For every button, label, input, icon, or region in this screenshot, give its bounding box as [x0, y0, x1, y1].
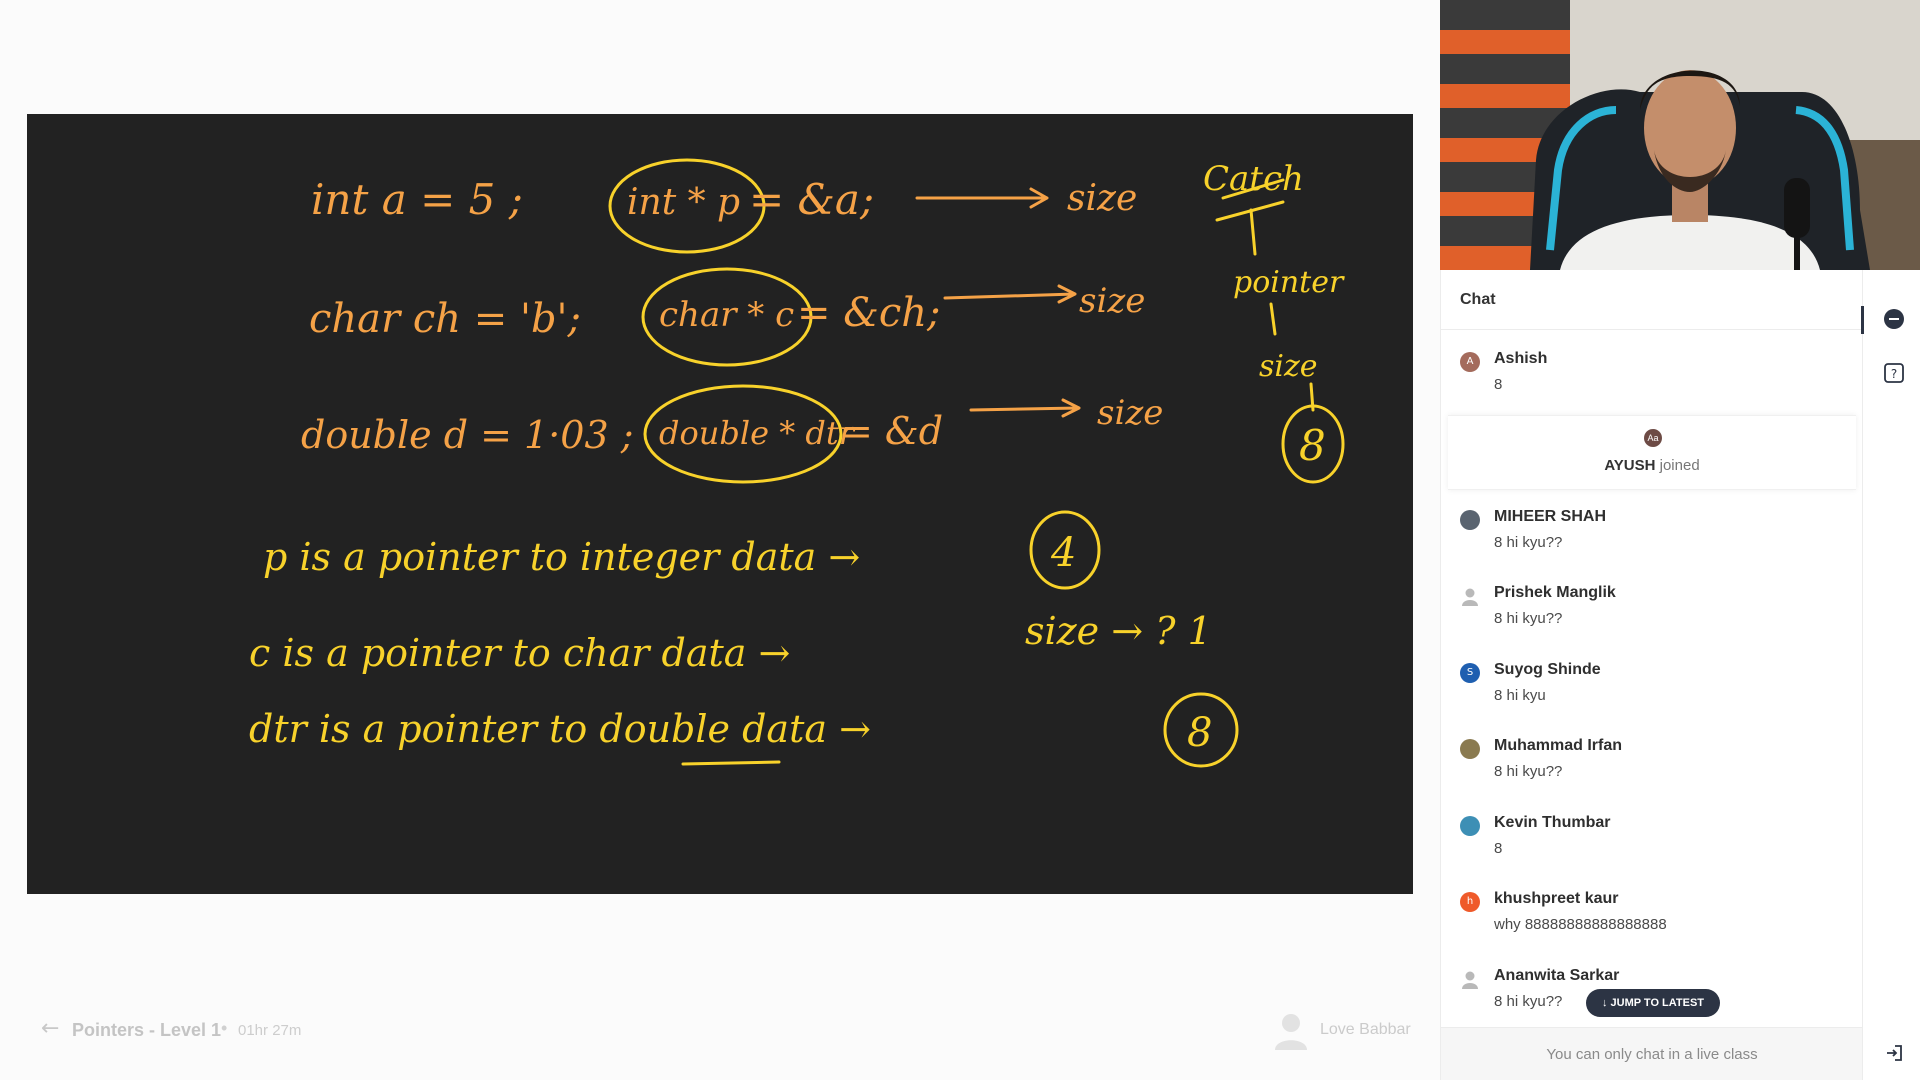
side-catch: Catch [1203, 159, 1304, 199]
join-text: AYUSH joined [1448, 457, 1856, 474]
line3-underline [681, 760, 781, 766]
row3-rhs: = &d [841, 409, 943, 453]
user-photo-icon [1460, 510, 1480, 530]
line2-text: c is a pointer to char data → [249, 631, 790, 675]
row1-arrow [915, 187, 1049, 209]
row2-rhs: = &ch; [797, 290, 940, 336]
instructor-avatar-icon [1275, 1014, 1307, 1050]
svg-text:?: ? [1891, 367, 1897, 381]
default-user-icon [1460, 969, 1480, 989]
side-connector-1 [1269, 302, 1277, 336]
row2-size: size [1079, 281, 1145, 321]
joined-suffix: joined [1655, 457, 1700, 474]
line3-text: dtr is a pointer to double data → [249, 707, 871, 751]
chat-footer: You can only chat in a live class [1441, 1027, 1863, 1080]
row3-declaration: double d = 1·03 ; [301, 413, 634, 457]
line1-text: p is a pointer to integer data → [263, 535, 860, 579]
message-text: 8 hi kyu?? [1494, 993, 1563, 1010]
message-author: Muhammad Irfan [1494, 737, 1623, 754]
row1-rhs: = &a; [749, 175, 874, 224]
message-text: 8 hi kyu [1494, 687, 1546, 704]
chat-disabled-notice: You can only chat in a live class [1546, 1046, 1758, 1063]
row2-pointer-decl: char * c [659, 295, 794, 335]
line3-circled-value: 8 [1187, 710, 1212, 756]
side-pointer: pointer [1233, 265, 1345, 300]
row1-pointer-decl: int * p [627, 182, 740, 223]
avatar: A [1460, 352, 1480, 372]
lecture-duration: 01hr 27m [238, 1022, 302, 1039]
message-text: 8 [1494, 840, 1503, 857]
default-user-icon [1460, 586, 1480, 606]
side-rail: ? [1861, 270, 1920, 1080]
side-eight: 8 [1299, 421, 1326, 470]
row3-size: size [1097, 393, 1163, 433]
message-text: 8 hi kyu?? [1494, 610, 1563, 627]
arrow-left-icon[interactable]: ← [41, 1016, 59, 1041]
message-author: Ananwita Sarkar [1494, 967, 1620, 984]
message-text: 8 hi kyu?? [1494, 534, 1563, 551]
user-photo-icon [1460, 739, 1480, 759]
row2-declaration: char ch = 'b'; [309, 296, 581, 342]
lecture-info-bar: ← Pointers - Level 1 • 01hr 27m Love Bab… [27, 1010, 1413, 1050]
user-photo-icon [1460, 816, 1480, 836]
joined-user-name: AYUSH [1604, 457, 1656, 474]
instructor-webcam [1440, 0, 1920, 270]
instructor-name: Love Babbar [1320, 1021, 1411, 1038]
whiteboard-video: int a = 5 ; int * p = &a; size char ch =… [27, 114, 1413, 894]
message-author: Kevin Thumbar [1494, 814, 1611, 831]
jump-to-latest-button[interactable]: ↓ JUMP TO LATEST [1586, 989, 1720, 1017]
avatar: h [1460, 892, 1480, 912]
row2-arrow [943, 284, 1077, 304]
row3-arrow [969, 398, 1081, 418]
chat-title: Chat [1460, 291, 1496, 308]
active-tab-indicator [1861, 306, 1864, 334]
row3-pointer-decl: double * dtr [659, 414, 856, 452]
message-author: Prishek Manglik [1494, 584, 1616, 601]
exit-icon[interactable] [1883, 1042, 1905, 1064]
line1-circled-value: 4 [1050, 530, 1076, 576]
chat-header: Chat [1441, 270, 1863, 330]
chat-panel: Chat A Ashish 8 Aa AYUSH joined MIHEER S… [1440, 270, 1863, 1080]
avatar: S [1460, 663, 1480, 683]
webcam-feed [1440, 0, 1920, 270]
message-author: khushpreet kaur [1494, 890, 1619, 907]
side-size: size [1259, 349, 1318, 384]
message-author: Suyog Shinde [1494, 661, 1601, 678]
row1-declaration: int a = 5 ; [311, 175, 523, 224]
message-author: Ashish [1494, 350, 1548, 367]
separator: • [221, 1018, 228, 1038]
avatar: Aa [1644, 429, 1662, 447]
question-icon[interactable]: ? [1883, 362, 1905, 384]
chat-bubble-icon[interactable] [1883, 308, 1905, 330]
message-author: MIHEER SHAH [1494, 508, 1607, 525]
row1-size: size [1067, 178, 1137, 219]
message-text: 8 hi kyu?? [1494, 763, 1563, 780]
message-text: why 88888888888888888 [1494, 916, 1667, 933]
lecture-title: Pointers - Level 1 [72, 1020, 222, 1040]
join-notification: Aa AYUSH joined [1448, 415, 1856, 490]
message-text: 8 [1494, 376, 1503, 393]
line2-size-note: size → ? 1 [1025, 609, 1212, 653]
whiteboard-drawing: int a = 5 ; int * p = &a; size char ch =… [249, 158, 1345, 768]
